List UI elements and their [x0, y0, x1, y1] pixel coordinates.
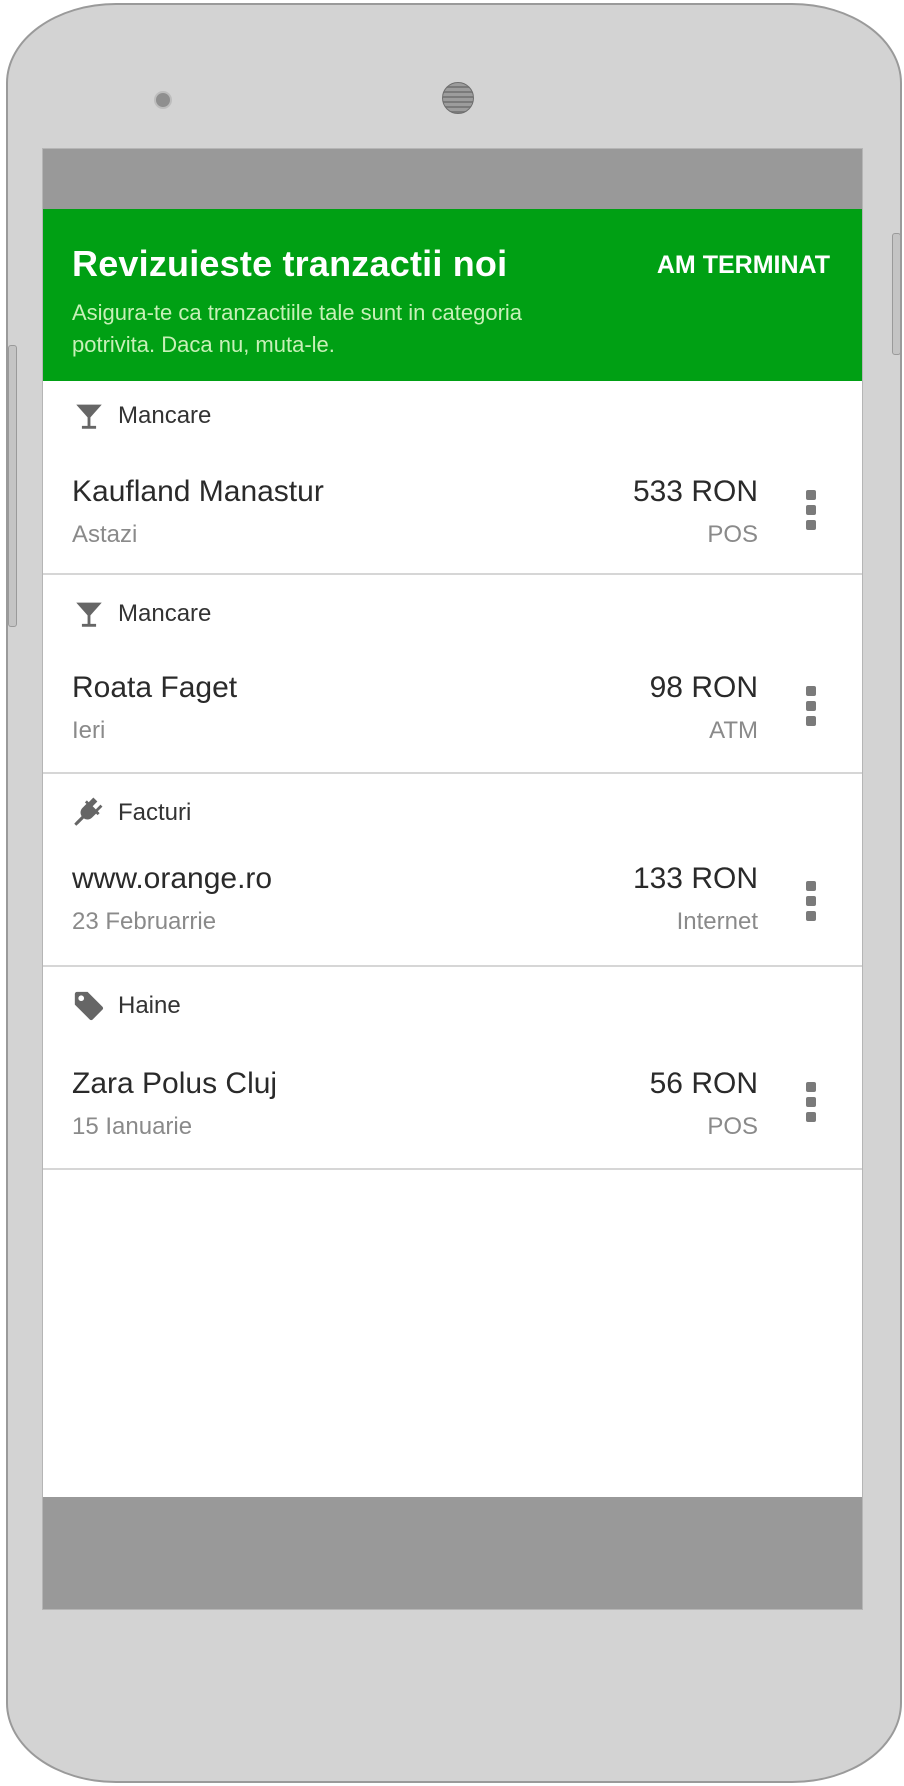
transaction-amount: 133 RON — [632, 862, 758, 895]
front-camera — [154, 91, 172, 109]
transaction-list: Mancare Kaufland Manastur Astazi 533 RON… — [43, 381, 862, 1170]
category-label: Facturi — [118, 799, 192, 826]
more-vert-icon[interactable] — [804, 880, 818, 922]
merchant-name: Roata Faget — [72, 671, 238, 704]
phone-screen: Revizuieste tranzactii noi AM TERMINAT A… — [42, 148, 863, 1610]
more-vert-icon[interactable] — [804, 489, 818, 531]
page-subtitle: Asigura-te ca tranzactiile tale sunt in … — [72, 300, 523, 357]
category-chip[interactable]: Facturi — [72, 796, 191, 830]
payment-method: POS — [707, 1113, 758, 1140]
transaction-row[interactable]: Haine Zara Polus Cluj 15 Ianuarie 56 RON… — [43, 967, 862, 1170]
merchant-name: Zara Polus Cluj — [72, 1067, 278, 1100]
category-label: Haine — [118, 992, 181, 1019]
volume-button — [8, 345, 17, 627]
navigation-bar — [43, 1497, 862, 1609]
plug-icon — [74, 797, 103, 826]
category-chip[interactable]: Mancare — [72, 399, 211, 433]
category-chip[interactable]: Mancare — [72, 597, 211, 631]
transaction-date: 15 Ianuarie — [72, 1113, 193, 1140]
category-label: Mancare — [118, 402, 212, 429]
more-vert-icon[interactable] — [804, 685, 818, 727]
payment-method: ATM — [709, 717, 758, 744]
page-title: Revizuieste tranzactii noi — [72, 243, 508, 284]
transaction-amount: 56 RON — [649, 1067, 758, 1100]
power-button — [892, 233, 901, 355]
payment-method: POS — [707, 521, 758, 548]
cocktail-icon — [76, 404, 102, 429]
merchant-name: Kaufland Manastur — [72, 475, 324, 508]
transaction-date: 23 Februarrie — [72, 908, 217, 935]
app-header: Revizuieste tranzactii noi AM TERMINAT A… — [43, 209, 862, 381]
transaction-row[interactable]: Mancare Roata Faget Ieri 98 RON ATM — [43, 575, 862, 774]
done-button[interactable]: AM TERMINAT — [657, 251, 830, 280]
transaction-date: Ieri — [72, 717, 106, 744]
earpiece-speaker — [442, 82, 474, 114]
status-bar — [43, 149, 862, 209]
category-chip[interactable]: Haine — [72, 989, 181, 1023]
cocktail-icon — [76, 602, 102, 627]
category-label: Mancare — [118, 600, 212, 627]
more-vert-icon[interactable] — [804, 1081, 818, 1123]
payment-method: Internet — [676, 908, 758, 935]
transaction-date: Astazi — [72, 521, 138, 548]
merchant-name: www.orange.ro — [72, 862, 273, 895]
transaction-row[interactable]: Mancare Kaufland Manastur Astazi 533 RON… — [43, 381, 862, 575]
tag-icon — [74, 991, 104, 1021]
transaction-amount: 533 RON — [632, 475, 758, 508]
transaction-row[interactable]: Facturi www.orange.ro 23 Februarrie 133 … — [43, 774, 862, 967]
transaction-amount: 98 RON — [649, 671, 758, 704]
